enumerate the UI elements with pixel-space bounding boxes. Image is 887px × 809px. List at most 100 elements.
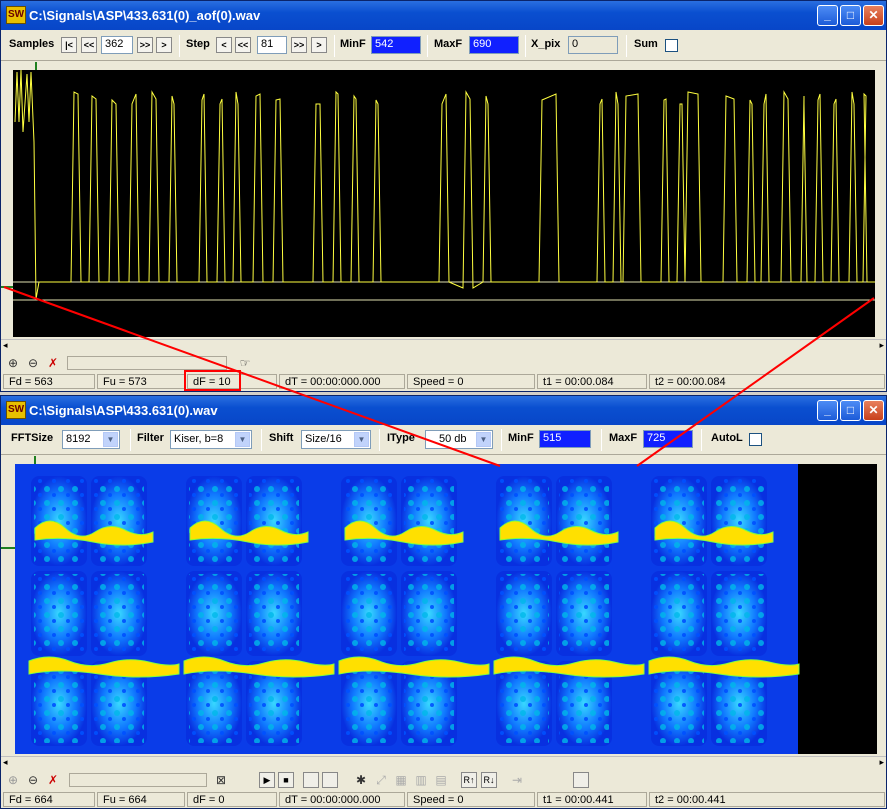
chevron-down-icon: ▼ xyxy=(354,432,369,447)
fftsize-select[interactable]: 8192 ▼ xyxy=(62,430,120,449)
sum-checkbox[interactable] xyxy=(665,39,678,52)
step-next-fast-button[interactable]: >> xyxy=(291,37,307,53)
title-bar[interactable]: SW C:\Signals\ASP\433.631(0)_aof(0).wav … xyxy=(1,1,886,30)
toolbar-divider xyxy=(525,35,526,57)
reset-zoom-icon[interactable]: ✗ xyxy=(45,355,61,371)
expand-icon[interactable]: ⤢ xyxy=(373,772,389,788)
step-prev-fast-button[interactable]: << xyxy=(235,37,251,53)
zoom-in-icon[interactable]: ⊕ xyxy=(5,355,21,371)
stop-button[interactable]: ■ xyxy=(278,772,294,788)
status-fu: Fu = 664 xyxy=(97,792,185,807)
zoom-out-icon[interactable]: ⊖ xyxy=(25,355,41,371)
position-button[interactable] xyxy=(573,772,589,788)
app-icon: SW xyxy=(6,6,26,24)
minf-input[interactable]: 515 xyxy=(539,430,591,448)
shift-value: Size/16 xyxy=(305,433,342,445)
status-df: dF = 0 xyxy=(187,792,277,807)
samples-prev-fast-button[interactable]: << xyxy=(81,37,97,53)
xpix-input[interactable]: 0 xyxy=(568,36,618,54)
waveform-toolbar: Samples |< << 362 >> > Step < << 81 >> >… xyxy=(1,31,886,61)
step-prev-button[interactable]: < xyxy=(216,37,232,53)
status-df: dF = 10 xyxy=(187,374,277,389)
shift-select[interactable]: Size/16 ▼ xyxy=(301,430,371,449)
close-button[interactable]: ✕ xyxy=(863,5,884,26)
fftsize-label: FFTSize xyxy=(11,432,54,444)
minf-label: MinF xyxy=(508,432,534,444)
marker-left-button[interactable] xyxy=(303,772,319,788)
filter-label: Filter xyxy=(137,432,164,444)
grid-icon[interactable]: ▦ xyxy=(393,772,409,788)
cursor-icon[interactable]: ✱ xyxy=(353,772,369,788)
zoom-out-icon[interactable]: ⊖ xyxy=(25,772,41,788)
window-title: C:\Signals\ASP\433.631(0)_aof(0).wav xyxy=(29,8,261,23)
spectrogram-heatmap xyxy=(28,476,800,746)
scroll-left-icon[interactable]: ◂ xyxy=(3,757,8,768)
step-next-button[interactable]: > xyxy=(311,37,327,53)
minimize-icon: _ xyxy=(824,8,831,22)
play-button[interactable]: ▶ xyxy=(259,772,275,788)
rotate-down-button[interactable]: R↓ xyxy=(481,772,497,788)
xpix-label: X_pix xyxy=(531,38,561,50)
toolbar-divider xyxy=(701,429,702,451)
spectrogram-toolbar: FFTSize 8192 ▼ Filter Kiser, b=8 ▼ Shift S… xyxy=(1,425,886,455)
itype-label: IType xyxy=(387,432,415,444)
columns-icon[interactable]: ▤ xyxy=(433,772,449,788)
rotate-up-button[interactable]: R↑ xyxy=(461,772,477,788)
spectrogram-window: SW C:\Signals\ASP\433.631(0).wav _ □ ✕ F… xyxy=(0,395,887,809)
hand-icon[interactable]: ☞ xyxy=(237,355,253,371)
samples-next-fast-button[interactable]: >> xyxy=(137,37,153,53)
filter-value: Kiser, b=8 xyxy=(174,433,224,445)
autol-checkbox[interactable] xyxy=(749,433,762,446)
minf-label: MinF xyxy=(340,38,366,50)
title-bar[interactable]: SW C:\Signals\ASP\433.631(0).wav _ □ ✕ xyxy=(1,396,886,425)
status-t2: t2 = 00:00.084 xyxy=(649,374,885,389)
scroll-right-icon[interactable]: ▸ xyxy=(879,340,884,351)
zoom-slider[interactable] xyxy=(69,773,207,787)
spectrogram-scrollbar[interactable]: ◂ ▸ xyxy=(1,756,886,770)
chevron-down-icon: ▼ xyxy=(235,432,250,447)
spectrogram-plot[interactable] xyxy=(1,456,886,756)
export-icon[interactable]: ⇥ xyxy=(509,772,525,788)
spectrogram-status-bar: Fd = 664 Fu = 664 dF = 0 dT = 00:00:000.… xyxy=(1,791,886,808)
samples-next-button[interactable]: > xyxy=(156,37,172,53)
close-range-icon[interactable]: ⊠ xyxy=(213,772,229,788)
marker-right-button[interactable] xyxy=(322,772,338,788)
zoom-in-icon[interactable]: ⊕ xyxy=(5,772,21,788)
scroll-right-icon[interactable]: ▸ xyxy=(879,757,884,768)
samples-input[interactable]: 362 xyxy=(101,36,133,54)
maxf-label: MaxF xyxy=(434,38,463,50)
toolbar-divider xyxy=(379,429,380,451)
step-input[interactable]: 81 xyxy=(257,36,287,54)
waveform-plot[interactable] xyxy=(1,62,886,339)
waveform-window: SW C:\Signals\ASP\433.631(0)_aof(0).wav … xyxy=(0,0,887,392)
status-speed: Speed = 0 xyxy=(407,374,535,389)
toolbar-divider xyxy=(427,35,428,57)
samples-first-button[interactable]: |< xyxy=(61,37,77,53)
itype-select[interactable]: 50 db ▼ xyxy=(425,430,493,449)
maxf-label: MaxF xyxy=(609,432,638,444)
status-speed: Speed = 0 xyxy=(407,792,535,807)
close-button[interactable]: ✕ xyxy=(863,400,884,421)
status-dt: dT = 00:00:000.000 xyxy=(279,374,405,389)
waveform-scrollbar[interactable]: ◂ ▸ xyxy=(1,339,886,353)
reset-zoom-icon[interactable]: ✗ xyxy=(45,772,61,788)
scroll-left-icon[interactable]: ◂ xyxy=(3,340,8,351)
chevron-down-icon: ▼ xyxy=(103,432,118,447)
toolbar-divider xyxy=(626,35,627,57)
maximize-button[interactable]: □ xyxy=(840,400,861,421)
minimize-button[interactable]: _ xyxy=(817,5,838,26)
toolbar-divider xyxy=(334,35,335,57)
maxf-input[interactable]: 725 xyxy=(643,430,693,448)
waveform-zoom-controls: ⊕ ⊖ ✗ ☞ xyxy=(1,353,886,373)
status-fd: Fd = 563 xyxy=(3,374,95,389)
zoom-slider[interactable] xyxy=(67,356,227,370)
maximize-icon: □ xyxy=(846,403,855,417)
filter-select[interactable]: Kiser, b=8 ▼ xyxy=(170,430,252,449)
minimize-icon: _ xyxy=(824,403,831,417)
minf-input[interactable]: 542 xyxy=(371,36,421,54)
minimize-button[interactable]: _ xyxy=(817,400,838,421)
maxf-input[interactable]: 690 xyxy=(469,36,519,54)
maximize-button[interactable]: □ xyxy=(840,5,861,26)
spectrogram-controls: ⊕ ⊖ ✗ ⊠ ▶ ■ ✱ ⤢ ▦ ▥ ▤ R↑ R↓ ⇥ xyxy=(1,770,886,790)
bars-icon[interactable]: ▥ xyxy=(413,772,429,788)
